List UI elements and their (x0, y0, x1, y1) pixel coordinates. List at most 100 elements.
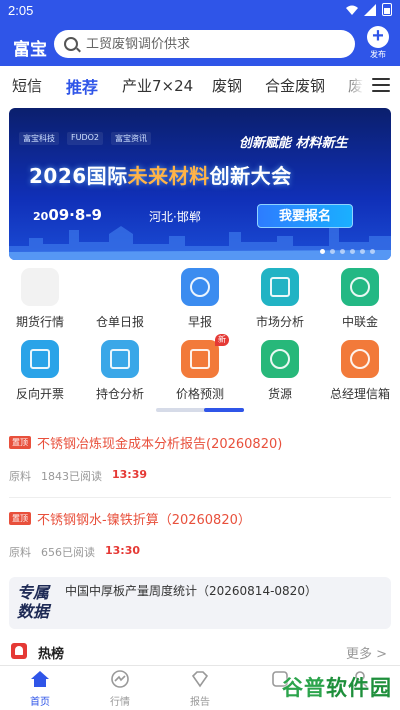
banner-logos: 富宝科技 FUDO2 富宝资讯 (19, 132, 152, 145)
menu-label: 价格预测 (175, 387, 224, 401)
futures-icon (21, 268, 59, 306)
banner-date: 2009·8-9 (33, 206, 102, 224)
nav-report[interactable]: 报告 (170, 670, 230, 708)
menu-label: 中联金 (341, 315, 378, 329)
banner-logo: 富宝科技 (19, 132, 59, 145)
banner-title: 2026国际未来材料创新大会 (29, 160, 292, 189)
banner-date-value: 09·8-9 (48, 206, 102, 224)
chart-icon (261, 268, 299, 306)
cloud-icon (341, 268, 379, 306)
menu-icon[interactable] (372, 78, 390, 92)
menu-label: 持仓分析 (95, 387, 144, 401)
app-header: 2:05 富宝 + 发布 (0, 0, 400, 66)
news-source: 原料 (9, 546, 31, 559)
news-time: 13:39 (112, 468, 148, 481)
ticket-icon (21, 340, 59, 378)
special-logo-line: 专属 (17, 583, 50, 602)
goods-icon (261, 340, 299, 378)
news-title: 不锈钢冶炼现金成本分析报告(20260820) (37, 437, 283, 452)
warehouse-receipt-icon (101, 268, 139, 306)
special-data-card[interactable]: 专属 数据 中国中厚板产量周度统计（20260814-0820） (9, 577, 391, 629)
banner-logo: FUDO2 (67, 132, 104, 145)
watermark-part: 谷普 (282, 676, 326, 700)
tab-alloy-scrap[interactable]: 合金废钢 (265, 75, 325, 96)
menu-label: 货源 (267, 387, 292, 401)
banner-slogan: 创新赋能 材料新生 (239, 136, 348, 151)
banner-logo: 富宝资讯 (111, 132, 152, 145)
hot-more-link[interactable]: 更多 > (346, 643, 387, 662)
menu-zhonglianjin[interactable]: 中联金 (320, 268, 400, 330)
promo-banner[interactable]: 富宝科技 FUDO2 富宝资讯 创新赋能 材料新生 2026国际未来材料创新大会… (9, 108, 391, 260)
banner-title-highlight: 未来材料 (127, 164, 210, 188)
fire-icon (11, 643, 27, 659)
hot-list-header: 热榜 更多 > (9, 641, 391, 665)
banner-dot[interactable] (350, 249, 355, 254)
nav-label: 行情 (110, 697, 130, 708)
menu-futures[interactable]: 期货行情 (0, 268, 80, 330)
tab-sms[interactable]: 短信 (12, 75, 42, 96)
news-reads: 656已阅读 (41, 546, 95, 559)
menu-warehouse-receipt[interactable]: 仓单日报 (80, 268, 160, 330)
site-watermark: 谷普软件园 (282, 672, 392, 702)
menu-market-analysis[interactable]: 市场分析 (240, 268, 320, 330)
news-item[interactable]: 置顶 不锈钢冶炼现金成本分析报告(20260820) 原料 1843已阅读 13… (9, 433, 391, 484)
new-badge: 新 (215, 334, 229, 346)
category-tabs: 短信 推荐 产业7×24 废钢 合金废钢 废 (0, 66, 400, 104)
hot-list-title: 热榜 (38, 647, 65, 662)
menu-label: 早报 (187, 315, 212, 329)
search-icon (64, 37, 78, 51)
alarm-clock-icon (181, 268, 219, 306)
menu-goods-source[interactable]: 货源 (240, 340, 320, 402)
signal-icon (364, 3, 376, 16)
banner-pagination (320, 249, 375, 254)
tab-fade (340, 66, 364, 104)
menu-label: 市场分析 (255, 315, 304, 329)
search-bar[interactable] (54, 30, 355, 58)
nav-market[interactable]: 行情 (90, 670, 150, 708)
publish-button[interactable]: + 发布 (365, 26, 391, 60)
special-data-title: 中国中厚板产量周度统计（20260814-0820） (65, 584, 317, 598)
news-title: 不锈钢钢水-镍铁折算（20260820） (37, 513, 251, 528)
menu-morning-report[interactable]: 早报 (160, 268, 240, 330)
nav-label: 首页 (30, 697, 50, 708)
banner-dot[interactable] (360, 249, 365, 254)
diamond-icon (191, 671, 209, 688)
search-input[interactable] (86, 36, 346, 52)
banner-dot[interactable] (370, 249, 375, 254)
nav-home[interactable]: 首页 (10, 670, 70, 708)
banner-city: 河北·邯郸 (149, 210, 201, 224)
special-data-logo: 专属 数据 (17, 583, 63, 621)
news-reads: 1843已阅读 (41, 470, 102, 483)
status-icons (346, 3, 392, 16)
wifi-icon (346, 5, 358, 15)
home-icon (31, 671, 49, 687)
register-button[interactable]: 我要报名 (257, 204, 353, 228)
news-item[interactable]: 置顶 不锈钢钢水-镍铁折算（20260820） 原料 656已阅读 13:30 (9, 509, 391, 560)
tab-scrap-steel[interactable]: 废钢 (212, 75, 242, 96)
menu-position-analysis[interactable]: 持仓分析 (80, 340, 160, 402)
banner-dot[interactable] (330, 249, 335, 254)
pinned-tag: 置顶 (9, 512, 31, 525)
banner-dot[interactable] (320, 249, 325, 254)
layers-icon (101, 340, 139, 378)
battery-icon (382, 3, 392, 16)
radio-icon: 新 (181, 334, 229, 378)
tab-recommend[interactable]: 推荐 (66, 74, 98, 98)
banner-title-pre: 2026国际 (29, 164, 128, 188)
news-time: 13:30 (105, 544, 141, 557)
grid-page-indicator (156, 408, 244, 412)
publish-label: 发布 (370, 50, 386, 59)
menu-price-forecast[interactable]: 新 价格预测 (160, 334, 240, 402)
nav-label: 报告 (190, 697, 210, 708)
banner-dot[interactable] (340, 249, 345, 254)
watermark-part: 软件园 (326, 676, 392, 700)
menu-gm-mailbox[interactable]: 总经理信箱 (320, 340, 400, 402)
divider (9, 497, 391, 498)
plus-icon: + (367, 26, 389, 48)
menu-label: 总经理信箱 (329, 387, 390, 401)
tab-industry-724[interactable]: 产业7×24 (122, 75, 193, 96)
brand-name[interactable]: 富宝 (13, 35, 47, 60)
app-screen: 2:05 富宝 + 发布 短信 推荐 产业7×24 废钢 合金废钢 废 (0, 0, 400, 710)
menu-reverse-invoice[interactable]: 反向开票 (0, 340, 80, 402)
tie-icon (341, 340, 379, 378)
